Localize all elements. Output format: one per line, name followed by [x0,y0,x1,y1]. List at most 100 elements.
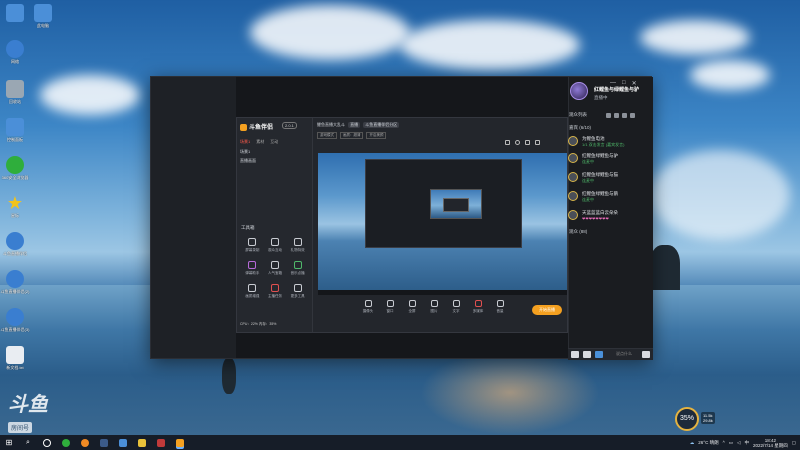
desktop-icon-this-pc[interactable]: 此电脑 [26,4,60,28]
app-icon [6,4,24,22]
streaming-companion-window: 斗鱼伴侣 2.0.1 场景1 素材 互动 场景1 直播画面 工具箱 屏幕录制 观… [236,117,568,333]
source-button[interactable]: 文字 [447,300,465,314]
guest-item[interactable]: 为鲤鱼电池 1/1 双击发言 (嘉宾发言) [568,135,650,149]
music-icon [293,261,302,269]
speaker-icon[interactable]: ◁ [737,440,740,446]
mode-tag[interactable]: 游戏模式 [317,132,337,139]
tool-button[interactable]: 画质增强 [241,284,264,299]
task-view-icon[interactable] [43,438,51,447]
network-tray-icon[interactable]: ▭ [729,440,733,446]
tray-arrow-icon[interactable]: ^ [723,440,725,445]
preview-nested-inner [443,198,469,212]
desktop-icon-douyu-2[interactable]: 斗鱼直播伴侣(2) [0,270,32,294]
chat-input[interactable]: 说点什么 [616,351,632,357]
source-button[interactable]: 窗口 [381,300,399,314]
network-speed: 11.5k 29.8k [701,412,715,424]
source-button[interactable]: 音量 [491,300,509,314]
audience-section-header[interactable]: 观众 (88) [569,229,587,235]
guest-item[interactable]: 红鲤鱼绿鲤鱼与驴 连麦中 [568,152,650,166]
performance-widget[interactable]: 35% 11.5k 29.8k [675,407,729,433]
tool-button[interactable]: 观众互动 [264,238,287,253]
tab-audience[interactable]: 观众列表 [569,112,587,118]
anchor-avatar[interactable] [570,82,588,100]
settings-icon[interactable] [630,112,635,118]
gift-icon [293,238,302,246]
douyu-app-icon [6,308,24,326]
stream-tag: 直播 [348,122,361,128]
source-button[interactable]: 摄像头 [359,300,377,314]
stream-preview[interactable] [318,153,567,295]
tool-button[interactable]: 弹幕助手 [241,261,264,276]
tab-material[interactable]: 素材 [256,139,264,145]
anchor-status: 直播中 [594,95,608,100]
desktop-icon-recycle-bin[interactable]: 回收站 [0,80,32,104]
desktop-icon-douyu-3[interactable]: 斗鱼直播伴侣(3) [0,308,32,332]
notification-icon[interactable]: ▢ [792,440,796,446]
tool-button[interactable]: 屏幕录制 [241,238,264,253]
source-button[interactable]: 全屏 [403,300,421,314]
browser-taskbar-icon[interactable] [62,438,70,447]
tool-button[interactable]: 人气宝箱 [264,261,287,276]
folder-icon[interactable] [614,112,619,118]
quality-tag[interactable]: 画质：超清 [339,132,364,139]
guest-item[interactable]: 天蓝蓝蓝白云朵朵 ❤❤❤❤❤❤❤❤ [568,209,650,223]
stream-title[interactable]: 鲤鱼直播大乱斗 [317,122,345,127]
desktop-icon-text-file[interactable]: 新文档.txt [0,346,32,370]
scene-item[interactable]: 直播画面 [240,158,256,164]
beauty-tag[interactable]: 开启美颜 [366,132,387,139]
start-live-button[interactable]: 开始直播 [532,305,562,315]
search-icon[interactable]: ⌕ [24,439,32,447]
text-icon [452,300,460,307]
companion-taskbar-icon[interactable] [176,438,184,447]
send-icon[interactable] [642,351,650,358]
document-icon [6,346,24,364]
source-button[interactable]: 图片 [425,300,443,314]
tab-scene[interactable]: 场景1 [240,139,250,145]
desktop-icon-control-panel[interactable]: 控制面板 [0,118,32,142]
chat-icon[interactable] [571,351,579,358]
taskbar: ⊞ ⌕ ☁ 26°C 晴朗 ^ ▭ ◁ 中 18:42 2022/7/14 星期… [0,435,800,450]
app-taskbar-icon[interactable] [119,438,127,447]
tool-button[interactable]: 礼物特效 [286,238,309,253]
clock[interactable]: 18:42 2022/7/14 星期四 [753,438,788,448]
sort-icon[interactable] [622,112,627,118]
audience-icon [270,238,279,246]
mic-icon[interactable] [595,351,603,358]
record-icon [248,238,257,246]
toolbox-title: 工具箱 [241,225,255,230]
windows-start-icon[interactable]: ⊞ [5,438,13,447]
preview-window [365,159,522,248]
user-icon[interactable] [606,112,611,118]
guest-item[interactable]: 红鲤鱼绿鲤鱼与猫 连麦中 [568,171,650,185]
weather-icon: ☁ [689,439,695,445]
logo-icon [240,123,247,131]
star-icon: ★ [6,193,24,213]
file-explorer-icon[interactable] [138,438,146,447]
version-badge: 2.0.1 [282,122,297,129]
input-language[interactable]: 中 [744,440,749,446]
preview-taskbar [318,290,567,295]
desktop-icon-browser[interactable]: 360安全浏览器 [0,156,32,180]
desktop-icon-douyu-1[interactable]: 斗鱼直播伴侣 [0,232,32,256]
weather-text[interactable]: 26°C 晴朗 [698,440,718,446]
stream-category[interactable]: 斗鱼直播伴侣分区 [363,122,400,128]
guest-section-header[interactable]: 嘉宾 (6/10) [569,125,591,131]
source-button[interactable]: 多媒体 [469,300,487,314]
app-taskbar-icon[interactable] [157,438,165,447]
emoji-icon[interactable] [583,351,591,358]
tool-button[interactable]: 音乐点播 [286,261,309,276]
tool-button[interactable]: 更多工具 [286,284,309,299]
refresh-icon[interactable] [515,140,520,145]
scene-item[interactable]: 场景1 [240,149,250,155]
tool-button[interactable]: 主播任务 [264,284,287,299]
share-icon[interactable] [535,140,540,145]
tab-interact[interactable]: 互动 [270,139,278,145]
fullscreen-icon[interactable] [525,140,530,145]
guest-item[interactable]: 红鲤鱼绿鲤鱼与鹅 连麦中 [568,190,650,204]
layout-icon[interactable] [505,140,510,145]
desktop-icon-star[interactable]: ★ 星标 [0,194,32,218]
inner-sidebar: 斗鱼伴侣 2.0.1 场景1 素材 互动 场景1 直播画面 工具箱 屏幕录制 观… [237,118,313,332]
steam-icon[interactable] [100,438,108,447]
douyu-taskbar-icon[interactable] [81,438,89,447]
desktop-icon-network[interactable]: 网络 [0,40,32,64]
